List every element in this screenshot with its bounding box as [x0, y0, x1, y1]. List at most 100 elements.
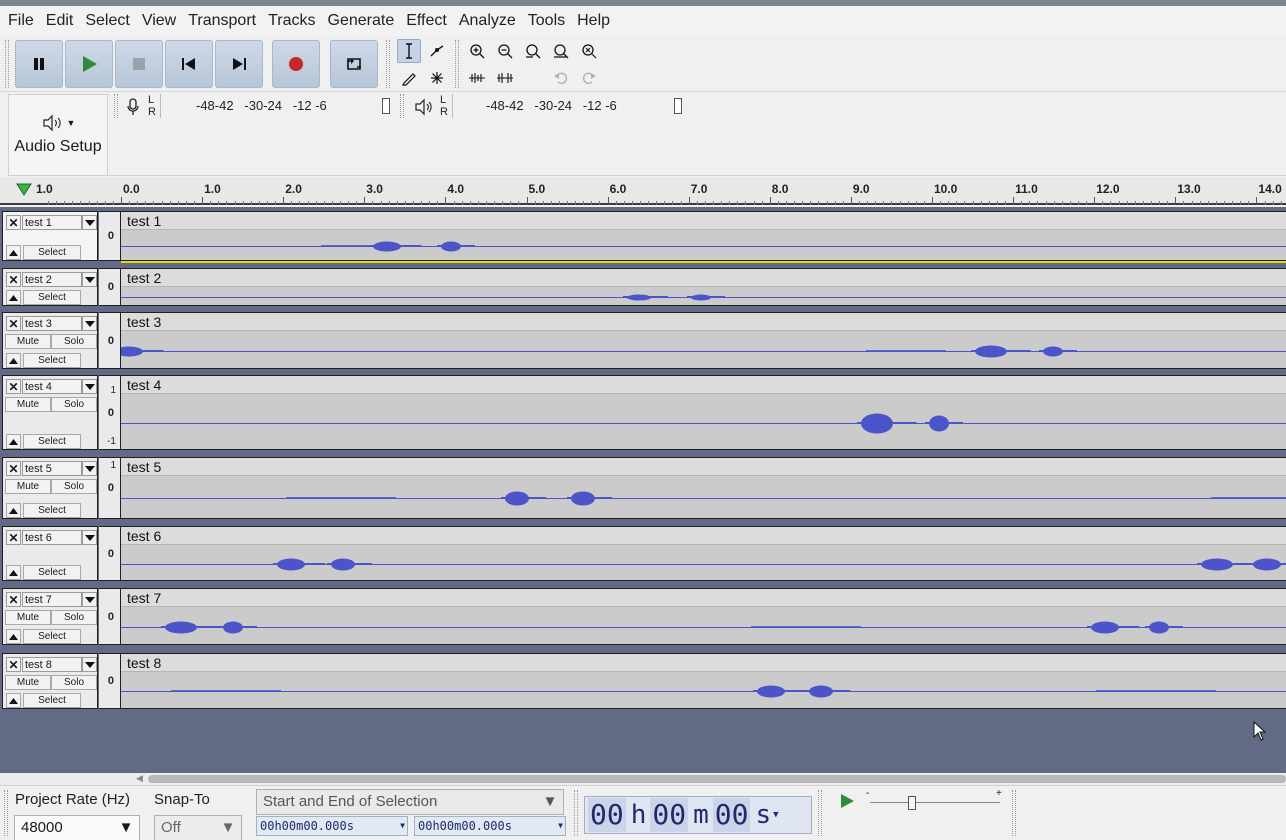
time-grip[interactable] — [574, 790, 578, 836]
track-menu-dropdown[interactable] — [82, 316, 97, 331]
track-name-button[interactable]: test 4 — [22, 379, 82, 394]
play-at-speed-grip[interactable] — [818, 790, 822, 836]
zoom-in-button[interactable] — [465, 39, 489, 63]
track-select-button[interactable]: Select — [23, 629, 81, 644]
selection-start-time[interactable]: 00h00m00.000s ▼ — [256, 816, 408, 836]
play-at-speed-icon[interactable] — [838, 792, 856, 810]
play-meter-grip[interactable] — [400, 94, 404, 118]
waveform-clip[interactable]: test 2 — [121, 268, 1286, 306]
collapse-track-icon[interactable] — [6, 434, 21, 449]
collapse-track-icon[interactable] — [6, 693, 21, 708]
vertical-ruler[interactable]: 0 — [99, 211, 121, 261]
meter-grip[interactable] — [114, 94, 118, 118]
close-track-icon[interactable]: ✕ — [6, 530, 21, 545]
vertical-ruler[interactable]: 0 — [99, 588, 121, 645]
trim-outside-button[interactable] — [465, 66, 489, 90]
menu-view[interactable]: View — [136, 6, 182, 36]
track-menu-dropdown[interactable] — [82, 657, 97, 672]
track-7[interactable]: ✕ test 7 Mute Solo Select 0 test 7 — [2, 588, 1286, 645]
fit-selection-button[interactable] — [521, 39, 545, 63]
menu-tools[interactable]: Tools — [522, 6, 571, 36]
collapse-track-icon[interactable] — [6, 290, 21, 305]
close-track-icon[interactable]: ✕ — [6, 316, 21, 331]
collapse-track-icon[interactable] — [6, 503, 21, 518]
waveform-clip[interactable]: test 6 — [121, 526, 1286, 581]
vertical-ruler[interactable]: 0 — [99, 526, 121, 581]
skip-to-start-button[interactable] — [165, 40, 213, 88]
vertical-ruler[interactable]: 10 — [99, 457, 121, 519]
zoom-toggle-button[interactable] — [577, 39, 601, 63]
close-track-icon[interactable]: ✕ — [6, 461, 21, 476]
track-select-button[interactable]: Select — [23, 693, 81, 708]
toolbar-grip-edit[interactable] — [455, 40, 459, 88]
track-control-panel[interactable]: ✕ test 5 Mute Solo Select — [2, 457, 98, 519]
track-menu-dropdown[interactable] — [82, 592, 97, 607]
track-control-panel[interactable]: ✕ test 6 Select — [2, 526, 98, 581]
vertical-ruler[interactable]: 0 — [99, 268, 121, 306]
track-menu-dropdown[interactable] — [82, 530, 97, 545]
menu-edit[interactable]: Edit — [40, 6, 80, 36]
record-meter-handle[interactable] — [382, 98, 390, 114]
track-select-button[interactable]: Select — [23, 565, 81, 580]
track-8[interactable]: ✕ test 8 Mute Solo Select 0 test 8 — [2, 653, 1286, 709]
track-control-panel[interactable]: ✕ test 8 Mute Solo Select — [2, 653, 98, 709]
track-1[interactable]: ✕ test 1 Select 0 test 1 — [2, 211, 1286, 261]
solo-button[interactable]: Solo — [51, 610, 97, 625]
mute-button[interactable]: Mute — [5, 397, 51, 412]
track-menu-dropdown[interactable] — [82, 461, 97, 476]
track-name-button[interactable]: test 1 — [22, 215, 82, 230]
track-select-button[interactable]: Select — [23, 245, 81, 260]
redo-button[interactable] — [577, 66, 601, 90]
menu-analyze[interactable]: Analyze — [453, 6, 522, 36]
collapse-track-icon[interactable] — [6, 245, 21, 260]
timeline-ruler[interactable]: 1.0 0.0 1.0 2.0 3.0 4.0 5.0 6.0 7.0 8.0 9.0 10.0 11… — [0, 177, 1286, 205]
audio-position-display[interactable]: 00 h 00 m 00 s ▼ — [584, 796, 812, 834]
selection-end-time[interactable]: 00h00m00.000s ▼ — [414, 816, 566, 836]
close-track-icon[interactable]: ✕ — [6, 657, 21, 672]
audio-setup-button[interactable]: ▼ Audio Setup — [8, 94, 108, 176]
zoom-out-button[interactable] — [493, 39, 517, 63]
waveform-clip[interactable]: test 1 — [121, 211, 1286, 261]
playback-speed-slider[interactable]: - + — [866, 788, 1006, 814]
solo-button[interactable]: Solo — [51, 675, 97, 690]
close-track-icon[interactable]: ✕ — [6, 215, 21, 230]
vertical-ruler[interactable]: 1 0 -1 — [99, 375, 121, 450]
menu-help[interactable]: Help — [571, 6, 616, 36]
waveform-clip[interactable]: test 7 — [121, 588, 1286, 645]
fit-project-button[interactable] — [549, 39, 573, 63]
vertical-ruler[interactable]: 0 — [99, 653, 121, 709]
snap-to-select[interactable]: Off ▼ — [154, 815, 242, 840]
speaker-icon[interactable] — [414, 98, 434, 116]
menu-transport[interactable]: Transport — [182, 6, 262, 36]
toolbar-grip[interactable] — [5, 40, 9, 88]
scroll-left-arrow-icon[interactable]: ◀ — [136, 773, 143, 784]
envelope-tool[interactable] — [425, 39, 449, 63]
menu-select[interactable]: Select — [79, 6, 135, 36]
solo-button[interactable]: Solo — [51, 479, 97, 494]
track-select-button[interactable]: Select — [23, 290, 81, 305]
mute-button[interactable]: Mute — [5, 610, 51, 625]
menu-effect[interactable]: Effect — [400, 6, 453, 36]
track-name-button[interactable]: test 3 — [22, 316, 82, 331]
track-control-panel[interactable]: ✕ test 3 Mute Solo Select — [2, 312, 98, 369]
track-4[interactable]: ✕ test 4 Mute Solo Select 1 0 -1 test 4 — [2, 375, 1286, 450]
waveform-clip[interactable]: test 5 — [121, 457, 1286, 519]
vertical-ruler[interactable]: 0 — [99, 312, 121, 369]
track-select-button[interactable]: Select — [23, 503, 81, 518]
track-name-button[interactable]: test 7 — [22, 592, 82, 607]
menu-tracks[interactable]: Tracks — [262, 6, 321, 36]
play-button[interactable] — [65, 40, 113, 88]
track-menu-dropdown[interactable] — [82, 215, 97, 230]
slider-thumb[interactable] — [908, 796, 916, 810]
menu-generate[interactable]: Generate — [322, 6, 401, 36]
track-name-button[interactable]: test 5 — [22, 461, 82, 476]
track-5[interactable]: ✕ test 5 Mute Solo Select 1 0 test 5 — [2, 457, 1286, 519]
track-3[interactable]: ✕ test 3 Mute Solo Select 0 test 3 — [2, 312, 1286, 369]
waveform-clip[interactable]: test 4 — [121, 375, 1286, 450]
close-track-icon[interactable]: ✕ — [6, 592, 21, 607]
track-select-button[interactable]: Select — [23, 434, 81, 449]
project-rate-select[interactable]: 48000 ▼ — [14, 815, 140, 840]
toolbar-grip-tools[interactable] — [386, 40, 390, 88]
playback-meter-handle[interactable] — [674, 98, 682, 114]
track-control-panel[interactable]: ✕ test 2 Select — [2, 268, 98, 306]
